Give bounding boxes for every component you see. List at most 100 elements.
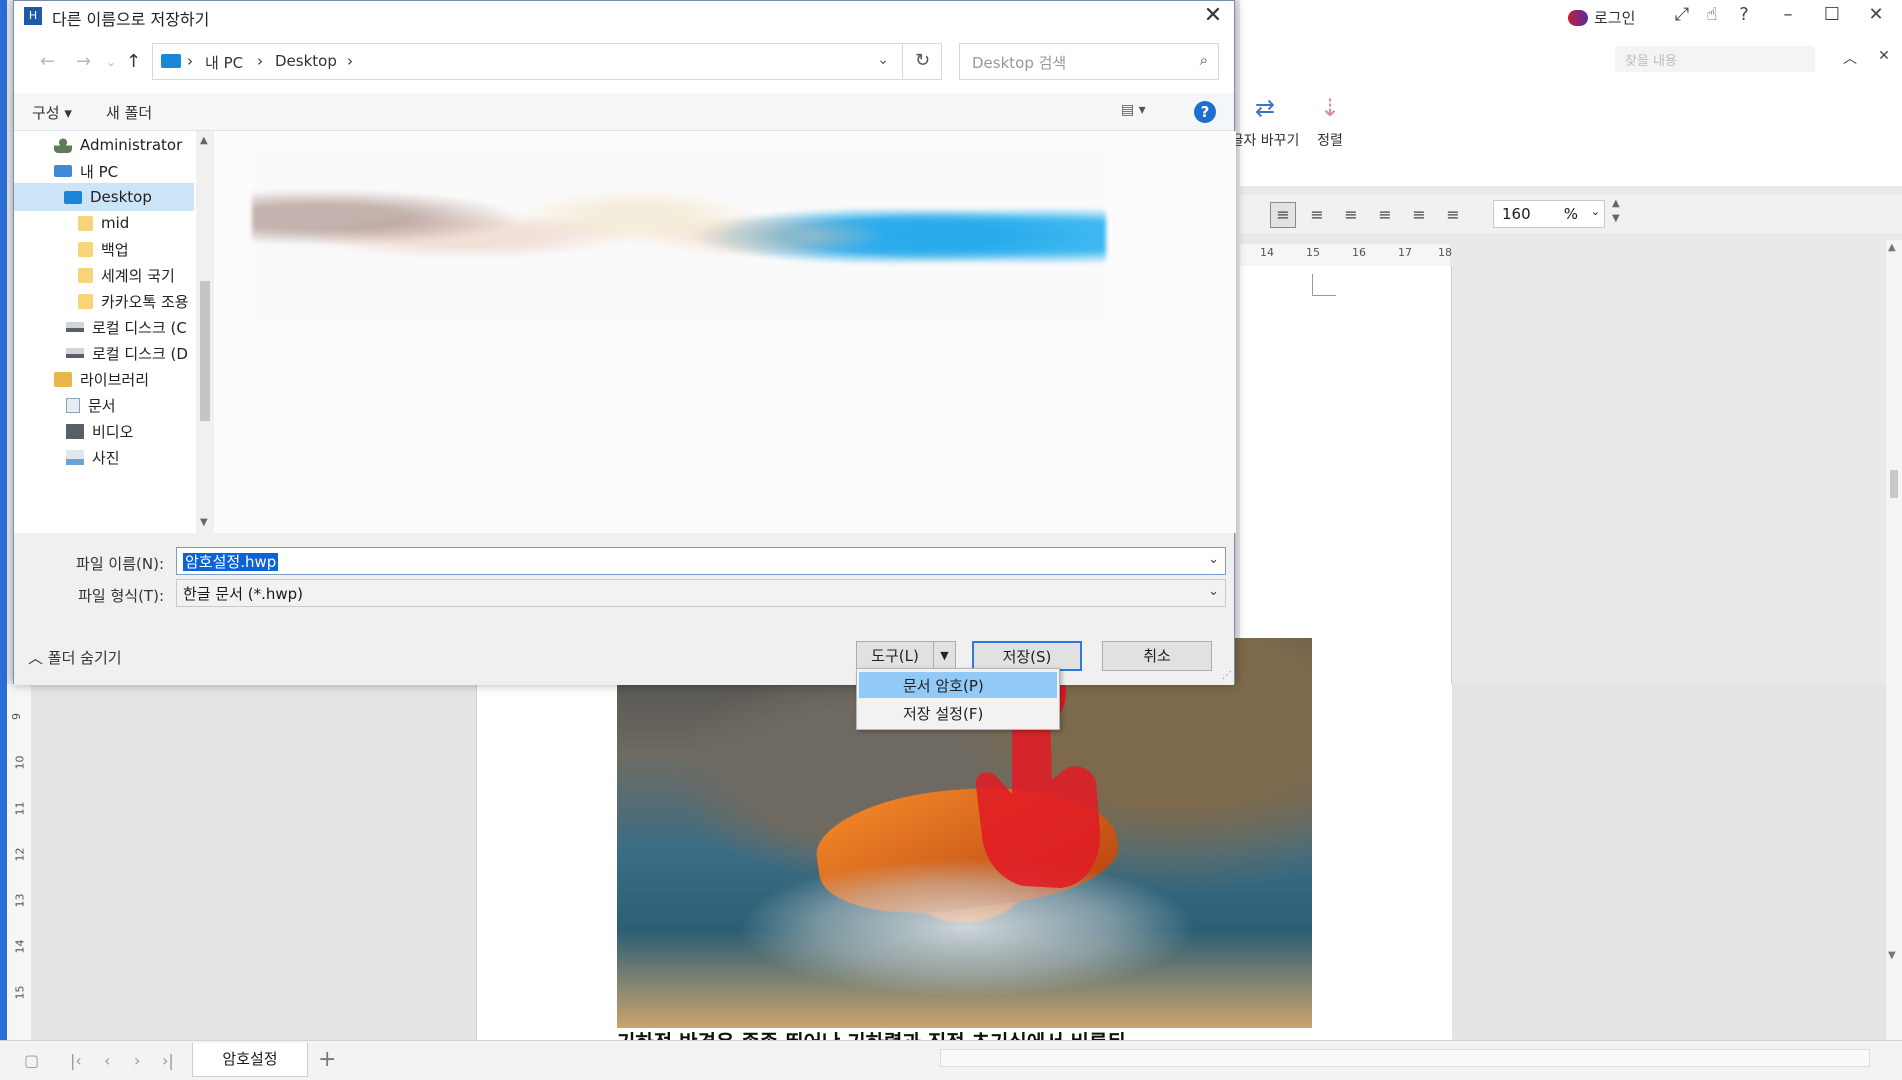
close-icon[interactable]: ✕ <box>1200 3 1226 29</box>
prev-page-icon[interactable]: ‹ <box>104 1051 110 1070</box>
tree-item-pc[interactable]: 내 PC <box>14 157 194 185</box>
tree-item-pictures[interactable]: 사진 <box>14 443 194 471</box>
tree-item-desktop[interactable]: Desktop <box>14 183 194 211</box>
tree-item-label: 백업 <box>101 240 129 259</box>
scrollbar-thumb[interactable] <box>200 281 210 421</box>
menu-item-document-password[interactable]: 문서 암호(P) <box>859 672 1057 698</box>
vertical-scrollbar[interactable]: ▲ ▼ <box>1886 240 1902 1040</box>
tree-item-kakaotalk[interactable]: 카카오톡 조용 <box>14 287 194 315</box>
forward-arrow-icon[interactable]: → <box>76 51 91 72</box>
spin-up-icon[interactable]: ▲ <box>1612 198 1620 209</box>
search-placeholder: Desktop 검색 <box>972 54 1067 72</box>
tree-item-videos[interactable]: 비디오 <box>14 417 194 445</box>
sort-icon: ⇣ <box>1319 94 1341 122</box>
tree-item-label: 라이브러리 <box>80 370 150 389</box>
resize-grip-icon[interactable]: ⋰ <box>1222 670 1232 681</box>
tree-item-disk-c[interactable]: 로컬 디스크 (C <box>14 313 194 341</box>
search-input[interactable]: Desktop 검색 ⌕ <box>959 43 1219 80</box>
cancel-button[interactable]: 취소 <box>1102 641 1212 671</box>
recent-chevron-icon[interactable]: ⌄ <box>106 55 116 69</box>
breadcrumb-desktop[interactable]: Desktop <box>275 52 337 70</box>
scrollbar-thumb[interactable] <box>1890 470 1898 498</box>
next-page-icon[interactable]: › <box>134 1051 140 1070</box>
minimize-icon[interactable]: – <box>1776 4 1800 28</box>
replace-button[interactable]: ⇄ 글자 바꾸기 <box>1230 94 1300 150</box>
hide-folders-toggle[interactable]: ︿ 폴더 숨기기 <box>28 647 122 668</box>
sort-button[interactable]: ⇣ 정렬 <box>1302 94 1358 150</box>
ruler-tick: 18 <box>1438 246 1452 259</box>
tree-item-library[interactable]: 라이브러리 <box>14 365 194 393</box>
align-justify-icon[interactable]: ≡ <box>1270 202 1296 228</box>
chevron-down-icon[interactable]: ⌄ <box>1208 552 1219 567</box>
spin-down-icon[interactable]: ▼ <box>1612 213 1620 224</box>
new-folder-button[interactable]: 새 폴더 <box>106 102 152 123</box>
view-options-icon[interactable]: ▤ ▾ <box>1121 102 1146 118</box>
tree-item-label: 로컬 디스크 (D <box>92 344 188 363</box>
touch-icon[interactable]: ☝ <box>1700 4 1724 28</box>
login-button[interactable]: 로그인 <box>1568 7 1635 28</box>
sheet-tab[interactable]: 암호설정 <box>192 1043 308 1077</box>
filename-input[interactable]: 암호설정.hwp ⌄ <box>176 547 1226 575</box>
align-right-icon[interactable]: ≡ <box>1372 202 1398 228</box>
search-icon: ⌕ <box>1199 51 1208 69</box>
help-button[interactable]: ? <box>1194 101 1216 123</box>
pc-icon <box>54 165 72 177</box>
organize-button[interactable]: 구성 ▾ <box>32 102 72 123</box>
hide-folders-label: 폴더 숨기기 <box>47 649 122 667</box>
help-icon[interactable]: ? <box>1732 4 1756 28</box>
last-page-icon[interactable]: ›| <box>162 1051 174 1070</box>
replace-icon: ⇄ <box>1254 94 1276 122</box>
align-center-icon[interactable]: ≡ <box>1338 202 1364 228</box>
save-button[interactable]: 저장(S) <box>972 641 1082 671</box>
page-view-icon[interactable]: ▢ <box>24 1051 39 1070</box>
tree-item-administrator[interactable]: Administrator <box>14 131 194 159</box>
filetype-select[interactable]: 한글 문서 (*.hwp) ⌄ <box>176 579 1226 607</box>
maximize-icon[interactable]: ☐ <box>1820 4 1844 28</box>
scroll-down-icon[interactable]: ▼ <box>1888 950 1896 961</box>
scroll-up-icon[interactable]: ▲ <box>1888 242 1896 253</box>
drive-icon <box>66 322 84 332</box>
align-distribute-icon[interactable]: ≡ <box>1406 202 1432 228</box>
align-split-icon[interactable]: ≡ <box>1440 202 1466 228</box>
water-spray-graphic <box>737 858 1197 998</box>
address-dropdown-icon[interactable]: ⌄ <box>877 52 889 68</box>
up-arrow-icon[interactable]: ↑ <box>126 51 141 72</box>
tools-button[interactable]: 도구(L) ▼ <box>856 641 956 671</box>
vruler-tick: 14 <box>13 939 27 954</box>
library-icon <box>54 371 72 387</box>
vruler-tick: 10 <box>13 755 27 770</box>
chevron-down-icon[interactable]: ⌄ <box>1208 584 1219 599</box>
address-bar[interactable]: › 내 PC › Desktop › ⌄ <box>152 43 942 80</box>
first-page-icon[interactable]: |‹ <box>70 1051 82 1070</box>
tree-scrollbar[interactable]: ▲ ▼ <box>196 131 214 533</box>
back-arrow-icon[interactable]: ← <box>40 51 55 72</box>
chevron-down-icon[interactable]: ⌄ <box>1591 205 1600 218</box>
dialog-title: 다른 이름으로 저장하기 <box>52 10 210 29</box>
breadcrumb-pc[interactable]: 내 PC <box>205 52 243 73</box>
scroll-up-icon[interactable]: ▲ <box>200 135 208 146</box>
window-close-icon[interactable]: ✕ <box>1864 4 1888 28</box>
align-left-icon[interactable]: ≡ <box>1304 202 1330 228</box>
ribbon-close-icon[interactable]: ✕ <box>1872 48 1896 72</box>
tree-item-flags[interactable]: 세계의 국기 <box>14 261 194 289</box>
app-titlebar: 로그인 ⤢ ☝ ? – ☐ ✕ <box>1240 0 1902 36</box>
breadcrumb-separator: › <box>187 52 193 70</box>
dropdown-arrow-icon[interactable]: ▼ <box>933 642 955 670</box>
refresh-icon[interactable]: ↻ <box>902 43 942 80</box>
tree-item-backup[interactable]: 백업 <box>14 235 194 263</box>
file-list[interactable] <box>214 131 1236 533</box>
find-dropdown[interactable]: 찾을 내용 <box>1615 46 1815 72</box>
tree-item-disk-d[interactable]: 로컬 디스크 (D <box>14 339 194 367</box>
ribbon-up-icon[interactable]: ︿ <box>1838 48 1862 72</box>
tree-item-mid[interactable]: mid <box>14 209 194 237</box>
menu-item-save-settings[interactable]: 저장 설정(F) <box>859 700 1057 726</box>
save-as-dialog: H 다른 이름으로 저장하기 ✕ ← → ⌄ ↑ › 내 PC › Deskto… <box>13 0 1236 685</box>
fullscreen-icon[interactable]: ⤢ <box>1670 4 1694 28</box>
horizontal-scrollbar[interactable] <box>940 1049 1870 1067</box>
scroll-down-icon[interactable]: ▼ <box>200 517 208 528</box>
add-tab-icon[interactable]: + <box>318 1047 336 1072</box>
ribbon: 찾을 내용 ︿ ✕ ⇄ 글자 바꾸기 ⇣ 정렬 <box>1231 36 1902 186</box>
tree-item-documents[interactable]: 문서 <box>14 391 194 419</box>
line-spacing-field[interactable]: 160 % ⌄ <box>1493 200 1605 228</box>
line-spacing-unit: % <box>1563 205 1578 223</box>
